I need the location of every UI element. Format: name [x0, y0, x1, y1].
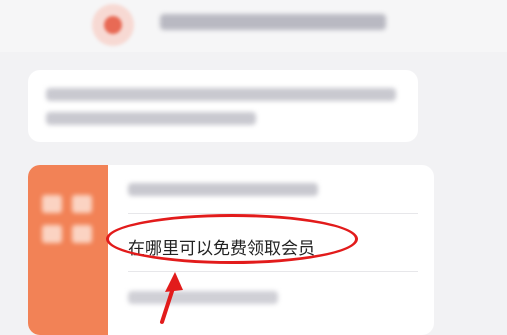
side-banner-glyph — [42, 195, 62, 213]
annotation-arrow-icon — [160, 272, 183, 324]
message-line-blurred — [46, 88, 396, 101]
faq-question-blurred[interactable] — [128, 183, 318, 196]
divider — [128, 213, 418, 214]
assistant-avatar — [92, 4, 134, 46]
faq-card-side-banner — [28, 165, 108, 335]
message-line-blurred — [46, 112, 256, 125]
annotation-highlight-ellipse — [106, 214, 358, 264]
side-banner-glyph — [42, 225, 62, 243]
avatar-logo-icon — [104, 16, 122, 34]
chat-header — [0, 0, 507, 52]
side-banner-glyph — [72, 195, 92, 213]
assistant-message-bubble — [28, 70, 418, 142]
side-banner-glyph — [72, 225, 92, 243]
greeting-text-blurred — [160, 14, 386, 30]
